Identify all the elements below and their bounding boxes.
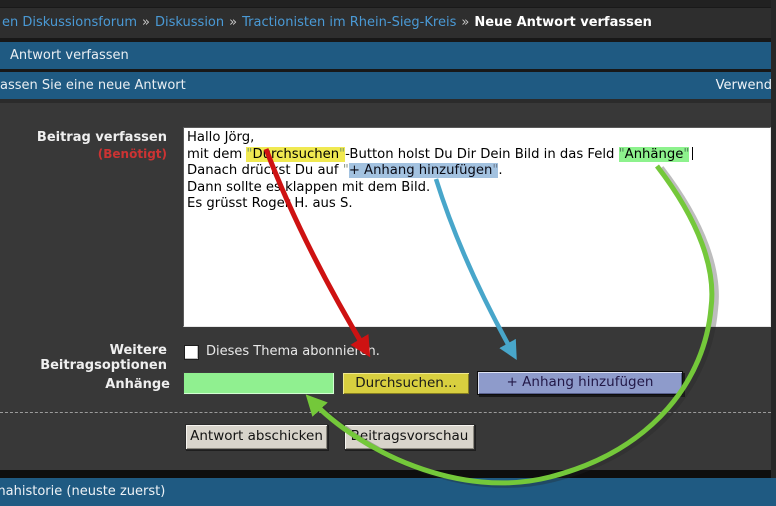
forum-reply-page: en Diskussionsforum»Diskussion»Tractioni… <box>0 0 776 506</box>
breadcrumb-link-diskussion[interactable]: Diskussion <box>155 15 224 30</box>
show-used-link[interactable]: Verwend <box>716 72 772 99</box>
section-title-bar: Antwort verfassen <box>0 42 776 69</box>
submit-reply-button[interactable]: Antwort abschicken <box>185 424 328 450</box>
breadcrumb-current-page: Neue Antwort verfassen <box>474 15 652 30</box>
editor-text-segment: + Anhang hinzufügen <box>349 163 493 178</box>
breadcrumb: en Diskussionsforum»Diskussion»Tractioni… <box>0 8 776 38</box>
browse-button[interactable]: Durchsuchen... <box>342 372 470 395</box>
attachment-file-field[interactable] <box>183 372 335 395</box>
editor-line: Dann sollte es klappen mit dem Bild. <box>187 180 768 197</box>
right-edge-strip <box>771 0 776 478</box>
editor-text-segment: " <box>683 147 689 162</box>
breadcrumb-separator: » <box>224 15 242 30</box>
editor-line: mit dem "Durchsuchen"-Button holst Du Di… <box>187 147 768 164</box>
editor-text-segment: Dann sollte es klappen mit dem Bild. <box>187 180 430 195</box>
editor-line: Es grüsst Roger H. aus S. <box>187 196 768 213</box>
breadcrumb-link-forum[interactable]: en Diskussionsforum <box>2 15 137 30</box>
topic-history-bar: mahistorie (neuste zuerst) <box>0 478 776 506</box>
editor-text-segment: Hallo Jörg, <box>187 130 254 145</box>
editor-text-segment: Durchsuchen <box>252 147 339 162</box>
subheader-bar: assen Sie eine neue Antwort Verwend <box>0 72 776 99</box>
editor-text-segment <box>692 147 693 160</box>
breadcrumb-separator: » <box>137 15 155 30</box>
divider-line <box>0 99 776 103</box>
topic-history-title: mahistorie (neuste zuerst) <box>0 478 165 506</box>
editor-text-segment: Danach drückst Du auf <box>187 163 343 178</box>
section-title: Antwort verfassen <box>10 48 129 63</box>
bottom-strip <box>0 470 776 478</box>
subscribe-label: Dieses Thema abonnieren. <box>206 344 380 359</box>
dashed-divider <box>0 412 776 413</box>
attachments-label: Anhänge <box>3 377 170 392</box>
options-label: Weitere Beitragsoptionen <box>0 343 167 373</box>
subheader-text: assen Sie eine neue Antwort <box>0 72 186 99</box>
editor-text-segment: Anhänge <box>625 147 684 162</box>
breadcrumb-link-topic[interactable]: Tractionisten im Rhein-Sieg-Kreis <box>242 15 456 30</box>
editor-line: Hallo Jörg, <box>187 130 768 147</box>
subscribe-checkbox[interactable] <box>184 345 199 360</box>
add-attachment-button[interactable]: + Anhang hinzufügen <box>477 371 683 395</box>
editor-text-segment: mit dem <box>187 147 246 162</box>
preview-post-button[interactable]: Beitragsvorschau <box>344 424 475 450</box>
editor-text-segment: . <box>498 163 502 178</box>
top-strip <box>0 0 776 8</box>
breadcrumb-separator: » <box>456 15 474 30</box>
post-label: Beitrag verfassen <box>0 130 167 145</box>
editor-text-segment: " <box>343 163 349 178</box>
post-editor[interactable]: Hallo Jörg,mit dem "Durchsuchen"-Button … <box>183 127 771 327</box>
editor-line: Danach drückst Du auf "+ Anhang hinzufüg… <box>187 163 768 180</box>
required-label: (Benötigt) <box>0 147 167 161</box>
editor-text-segment: Es grüsst Roger H. aus S. <box>187 196 353 211</box>
editor-text-segment: " <box>619 147 625 162</box>
editor-text-segment: -Button holst Du Dir Dein Bild in das Fe… <box>345 147 618 162</box>
